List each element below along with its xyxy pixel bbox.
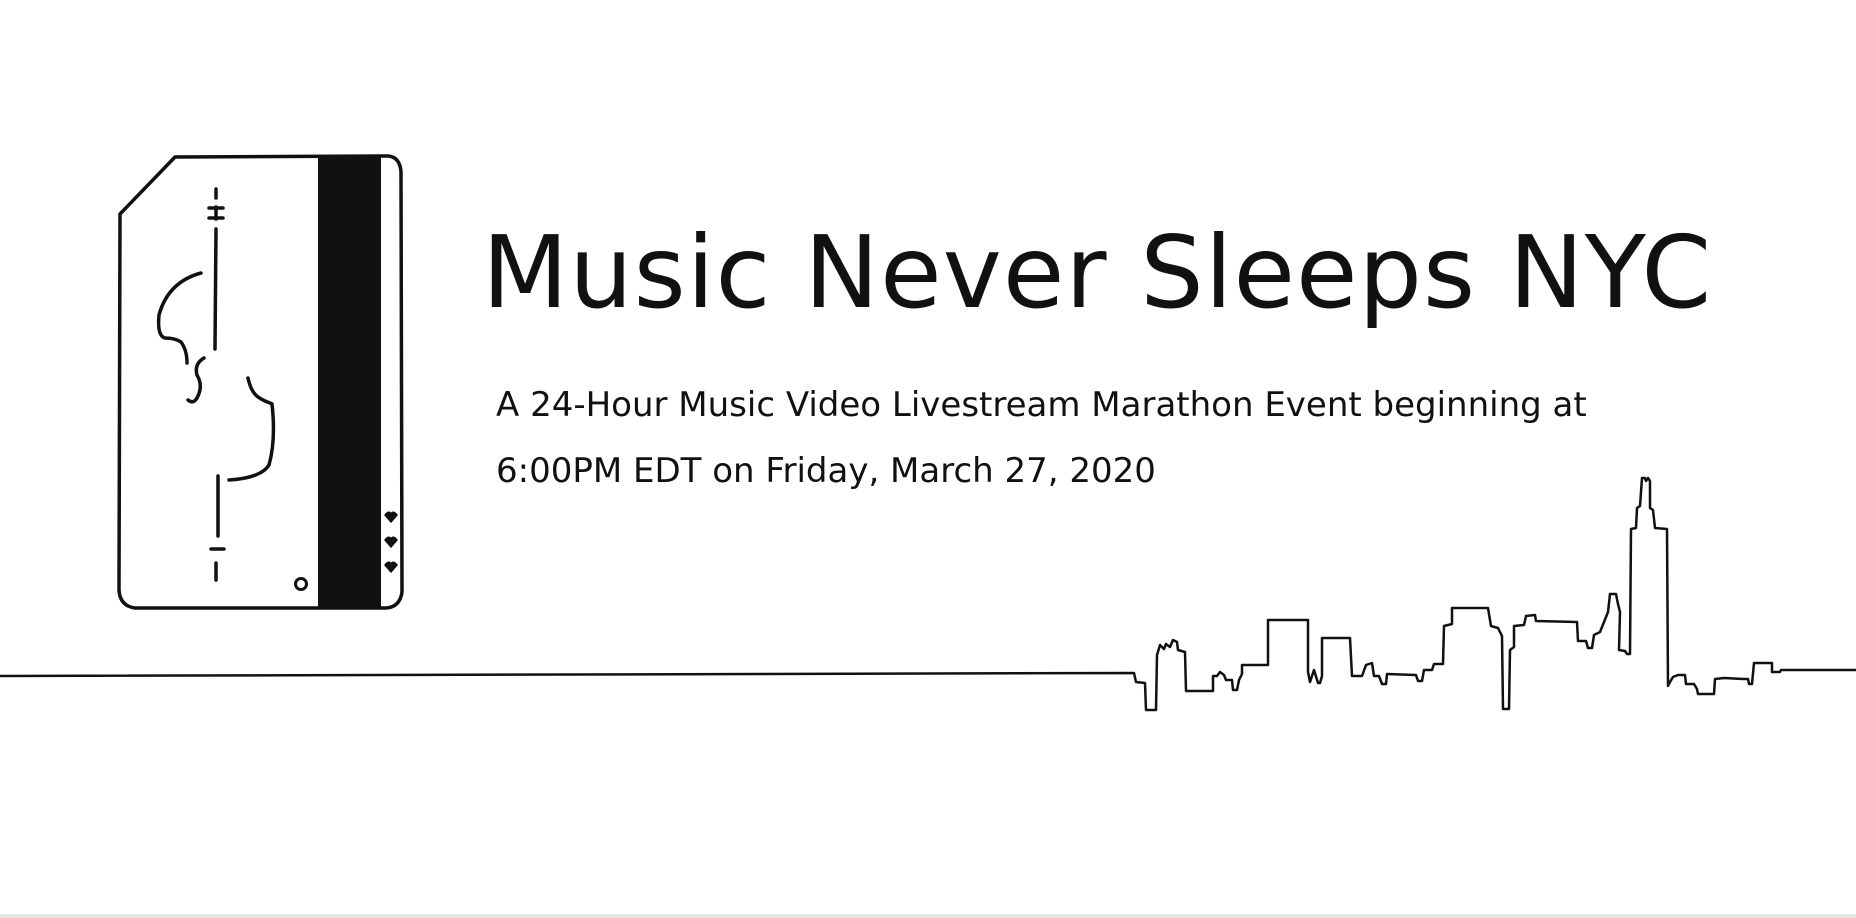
event-description-line-1: A 24-Hour Music Video Livestream Maratho…: [496, 385, 1587, 425]
page-title: Music Never Sleeps NYC: [482, 214, 1713, 331]
nyc-skyline-icon: [0, 476, 1856, 712]
event-banner: Music Never Sleeps NYC A 24-Hour Music V…: [0, 0, 1856, 918]
event-description: A 24-Hour Music Video Livestream Maratho…: [496, 372, 1636, 504]
event-description-line-2: 6:00PM EDT on Friday, March 27, 2020: [496, 451, 1156, 491]
metrocard-violin-icon: [117, 154, 404, 610]
banner-bottom-border: [0, 914, 1856, 918]
